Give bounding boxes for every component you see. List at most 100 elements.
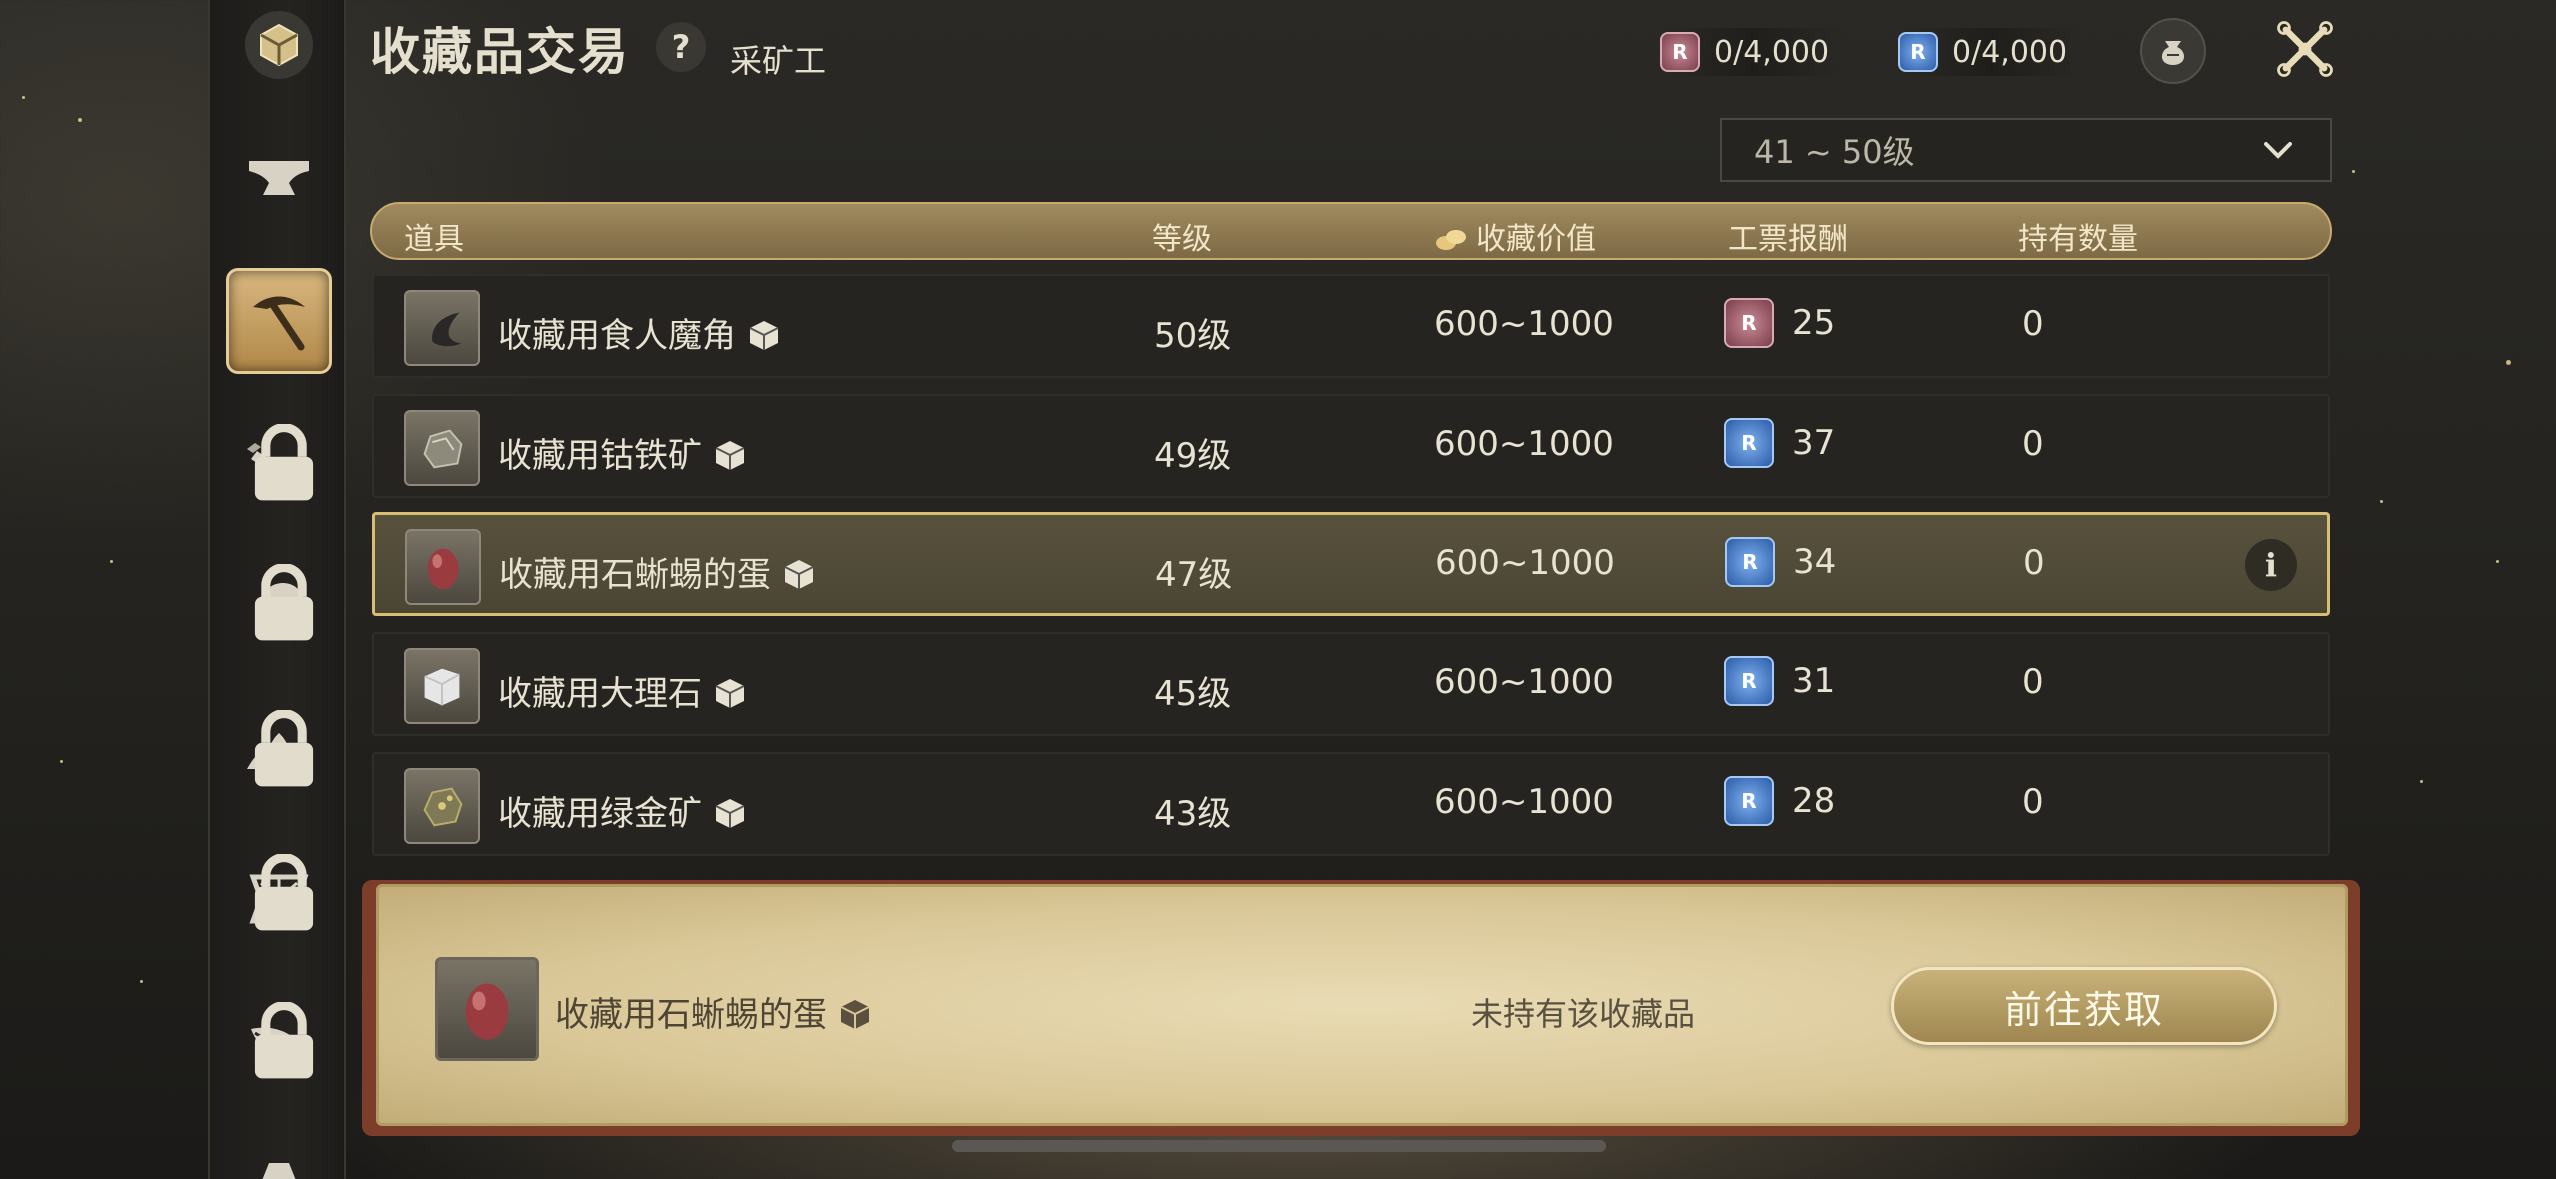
item-thumbnail [405, 529, 481, 605]
red-ticket-value: 0/4,000 [1714, 34, 1830, 70]
item-value: 600~1000 [1435, 543, 1615, 583]
sidebar-item-armor[interactable] [226, 556, 332, 662]
blue-ticket-balance: R 0/4,000 [1898, 28, 2084, 76]
sidebar-item-gathering[interactable] [226, 994, 332, 1100]
detail-item-name: 收藏用石蜥蜴的蛋 [555, 987, 873, 1036]
go-acquire-button[interactable]: 前往获取 [1891, 967, 2277, 1045]
blue-ticket-icon: R [1725, 537, 1775, 587]
table-header: 道具 等级 收藏价值 工票报酬 持有数量 [370, 202, 2332, 260]
chevron-down-icon [2264, 142, 2292, 159]
detail-panel: 收藏用石蜥蜴的蛋 未持有该收藏品 前往获取 [376, 884, 2348, 1126]
sidebar-item-mining[interactable] [226, 268, 332, 374]
col-value-wrap: 收藏价值 [1434, 214, 1596, 258]
item-held: 0 [2022, 304, 2044, 344]
pouch-button[interactable] [2140, 18, 2206, 84]
lock-icon [254, 854, 314, 931]
profession-label: 采矿工 [730, 42, 827, 80]
help-button[interactable]: ? [656, 22, 706, 72]
item-name: 收藏用食人魔角 [498, 308, 782, 357]
reward-amount: 31 [1792, 661, 1836, 701]
horizontal-scrollbar[interactable] [952, 1140, 1606, 1152]
item-thumbnail [404, 410, 480, 486]
sidebar-item-blacksmith[interactable] [226, 120, 332, 226]
item-level: 45级 [1154, 674, 1232, 714]
collectible-box-icon [749, 321, 779, 350]
lock-icon [254, 1002, 314, 1079]
item-level: 49级 [1154, 436, 1232, 476]
info-button[interactable]: i [2245, 539, 2297, 591]
item-value: 600~1000 [1434, 304, 1614, 344]
table-row-selected[interactable]: 收藏用石蜥蜴的蛋 47级 600~1000 R 34 0 i [372, 512, 2330, 616]
col-held: 持有数量 [2018, 222, 2138, 257]
red-ticket-icon: R [1660, 32, 1700, 72]
collectible-box-icon [784, 560, 814, 589]
level-filter-value: 41 ~ 50级 [1754, 133, 1915, 171]
item-reward: R 28 [1724, 776, 1835, 826]
sidebar-item-weaving[interactable] [226, 846, 332, 952]
item-reward: R 34 [1725, 537, 1836, 587]
close-button[interactable] [2270, 14, 2340, 84]
collectible-box-icon [715, 679, 745, 708]
egg-icon [427, 548, 459, 590]
pouch-icon [2161, 41, 2185, 65]
item-value: 600~1000 [1434, 424, 1614, 464]
collectible-box-icon [715, 799, 745, 828]
item-value: 600~1000 [1434, 782, 1614, 822]
page-title: 收藏品交易 [370, 23, 630, 81]
table-row[interactable]: 收藏用绿金矿 43级 600~1000 R 28 0 [372, 752, 2330, 856]
table-row[interactable]: 收藏用钴铁矿 49级 600~1000 R 37 0 [372, 394, 2330, 498]
blue-ticket-value: 0/4,000 [1952, 34, 2068, 70]
item-name: 收藏用绿金矿 [498, 786, 748, 835]
detail-status: 未持有该收藏品 [1471, 995, 1696, 1033]
category-sidebar [208, 0, 346, 1179]
item-thumbnail [404, 648, 480, 724]
col-reward: 工票报酬 [1728, 222, 1848, 257]
red-ticket-icon: R [1724, 298, 1774, 348]
pickaxe-icon [253, 296, 305, 351]
collectible-box-icon [840, 1000, 870, 1029]
item-held: 0 [2022, 662, 2044, 702]
egg-icon [465, 983, 509, 1040]
lock-icon [254, 424, 314, 501]
marble-icon [424, 668, 460, 706]
item-held: 0 [2023, 543, 2045, 583]
item-reward: R 25 [1724, 298, 1835, 348]
item-reward: R 37 [1724, 418, 1835, 468]
sidebar-item-jewelry[interactable] [226, 702, 332, 808]
sidebar-item-top[interactable] [226, 0, 332, 98]
col-value: 收藏价值 [1476, 222, 1596, 257]
blue-ticket-icon: R [1724, 656, 1774, 706]
reward-amount: 37 [1792, 423, 1836, 463]
col-level: 等级 [1152, 222, 1212, 257]
lock-icon [254, 564, 314, 641]
ore-icon [423, 429, 463, 469]
gold-ore-icon [423, 787, 463, 827]
sidebar-item-saw[interactable] [226, 416, 332, 522]
anvil-icon [249, 161, 309, 195]
reward-amount: 25 [1792, 303, 1836, 343]
item-value: 600~1000 [1434, 662, 1614, 702]
item-level: 50级 [1154, 316, 1232, 356]
level-filter-dropdown[interactable]: 41 ~ 50级 [1720, 118, 2332, 182]
item-name: 收藏用大理石 [498, 666, 748, 715]
collection-cube-icon [245, 11, 313, 79]
horn-icon [432, 312, 462, 347]
partial-icon [262, 1163, 296, 1179]
col-item: 道具 [404, 222, 464, 257]
blue-ticket-icon: R [1898, 32, 1938, 72]
sidebar-item-more[interactable] [226, 1130, 332, 1179]
table-row[interactable]: 收藏用大理石 45级 600~1000 R 31 0 [372, 632, 2330, 736]
item-level: 47级 [1155, 555, 1233, 595]
item-level: 43级 [1154, 794, 1232, 834]
blue-ticket-icon: R [1724, 776, 1774, 826]
item-held: 0 [2022, 782, 2044, 822]
blue-ticket-icon: R [1724, 418, 1774, 468]
detail-thumbnail [435, 957, 539, 1061]
reward-amount: 34 [1793, 542, 1837, 582]
item-thumbnail [404, 290, 480, 366]
item-thumbnail [404, 768, 480, 844]
coin-icon [1436, 230, 1466, 250]
item-name: 收藏用钴铁矿 [498, 428, 748, 477]
red-ticket-balance: R 0/4,000 [1660, 28, 1846, 76]
table-row[interactable]: 收藏用食人魔角 50级 600~1000 R 25 0 [372, 274, 2330, 378]
